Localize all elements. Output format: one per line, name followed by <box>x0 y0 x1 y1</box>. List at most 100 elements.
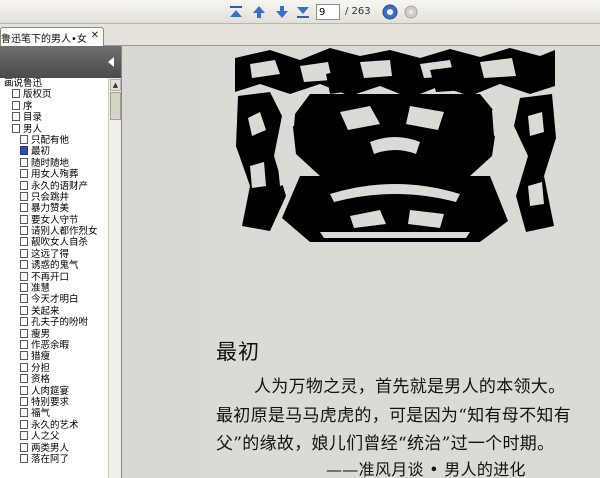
bookmark-icon <box>20 305 28 315</box>
sidebar-item-label: 目录 <box>23 112 43 124</box>
first-page-button[interactable] <box>227 3 245 21</box>
bookmark-icon <box>20 180 28 190</box>
scroll-up-icon[interactable]: ▲ <box>110 79 121 91</box>
bookmark-icon <box>20 374 28 384</box>
bookmark-icon <box>20 214 28 224</box>
sidebar-item[interactable]: 目录 <box>0 112 108 123</box>
next-page-icon <box>276 6 288 18</box>
sidebar-item[interactable]: 用女人殉葬 <box>0 169 108 180</box>
bookmark-icon <box>20 385 28 395</box>
sidebar-item-label: 不再开口 <box>31 271 70 283</box>
bookmark-icon <box>20 226 28 236</box>
sidebar-item-label: 资格 <box>31 374 51 386</box>
sidebar-item[interactable]: 序 <box>0 100 108 112</box>
collapse-sidebar-icon[interactable] <box>106 56 116 68</box>
sidebar-item[interactable]: 版权页 <box>0 89 108 100</box>
sidebar-item[interactable]: 诱惑的鬼气 <box>0 260 108 271</box>
sidebar-item[interactable]: 猎瘦 <box>0 351 108 362</box>
bookmark-icon <box>20 419 28 429</box>
body-line-1: 人为万物之灵，首先就是男人的本领大。 <box>254 377 566 397</box>
bookmark-icon <box>20 134 28 144</box>
sidebar-item-label: 男人 <box>23 123 43 135</box>
sidebar-item[interactable]: 关起来 <box>0 305 108 317</box>
sidebar-item-label: 瘦男 <box>31 328 51 340</box>
source-citation: ——准风月谈 • 男人的进化 <box>326 460 526 478</box>
prev-page-icon <box>253 6 265 18</box>
sidebar-item[interactable]: 永久的艺术 <box>0 419 108 431</box>
sidebar-item[interactable]: 这远了得 <box>0 248 108 260</box>
sidebar-item[interactable]: 只会跳井 <box>0 191 108 203</box>
sidebar-item-label: 落在阿了 <box>31 453 70 465</box>
sidebar-item-label: 两类男人 <box>31 442 70 454</box>
bookmark-icon <box>20 317 28 327</box>
sidebar-item[interactable]: 请别人都作烈女 <box>0 226 108 237</box>
sidebar-item[interactable]: 分担 <box>0 362 108 374</box>
bookmark-icon <box>20 362 28 372</box>
go-button[interactable] <box>381 3 399 21</box>
page-number-input[interactable] <box>316 4 340 20</box>
bookmark-icon <box>20 351 28 361</box>
sidebar-item[interactable]: 人之父 <box>0 431 108 442</box>
sidebar-item[interactable]: 最初 <box>0 146 108 157</box>
bookmark-icon <box>20 442 28 452</box>
sidebar-item-label: 分担 <box>31 362 51 374</box>
sidebar-item[interactable]: 特别要求 <box>0 396 108 408</box>
bookmark-tree: 画说鲁迅 版权页序目录 男人 只配有他 最初 随时随地 用女人殉葬 永久的语财产 只会跳井 暴力赞… <box>0 78 108 478</box>
sidebar-item-label: 永久的艺术 <box>31 419 79 431</box>
sidebar-item-label: 福气 <box>31 408 51 420</box>
close-icon[interactable]: ✕ <box>91 30 99 41</box>
sidebar-item[interactable]: 永久的语财产 <box>0 180 108 192</box>
bookmark-icon <box>20 191 28 201</box>
sidebar-item[interactable]: 男人 <box>0 123 108 135</box>
sidebar-item[interactable]: 画说鲁迅 <box>0 78 108 89</box>
sidebar-item[interactable]: 福气 <box>0 408 108 419</box>
sidebar-item[interactable]: 随时随地 <box>0 157 108 169</box>
sidebar-item[interactable]: 要女人守节 <box>0 214 108 226</box>
sidebar-item[interactable]: 不再开口 <box>0 271 108 283</box>
sidebar-item[interactable]: 只配有他 <box>0 134 108 146</box>
sidebar-item-label: 关起来 <box>31 305 60 317</box>
sidebar-item-label: 版权页 <box>23 89 52 101</box>
sidebar-item[interactable]: 落在阿了 <box>0 453 108 465</box>
bookmark-icon <box>12 100 20 110</box>
next-page-button[interactable] <box>273 3 291 21</box>
bookmark-icon <box>12 123 20 133</box>
sidebar-item-label: 最初 <box>31 146 51 158</box>
bookmark-icon <box>20 339 28 349</box>
sidebar-item[interactable]: 瘦男 <box>0 328 108 340</box>
sidebar-item-label: 序 <box>23 100 33 112</box>
stop-button[interactable] <box>402 3 420 21</box>
sidebar-item[interactable]: 两类男人 <box>0 442 108 454</box>
sidebar-item[interactable]: 资格 <box>0 374 108 385</box>
last-page-button[interactable] <box>294 3 312 21</box>
last-page-icon <box>297 7 309 18</box>
sidebar-item-label: 请别人都作烈女 <box>31 226 98 238</box>
sidebar-item[interactable]: 暴力赞美 <box>0 203 108 214</box>
sidebar-item[interactable]: 准慧 <box>0 283 108 294</box>
sidebar-item-label: 孔夫子的吩咐 <box>31 317 89 329</box>
sidebar-item-label: 人肉筵宴 <box>31 385 70 397</box>
sidebar-item[interactable]: 孔夫子的吩咐 <box>0 317 108 328</box>
bookmark-icon <box>20 237 28 247</box>
sidebar-item[interactable]: 人肉筵宴 <box>0 385 108 397</box>
document-tab[interactable]: 鲁迅笔下的男人•女... ✕ <box>0 27 104 46</box>
sidebar-item[interactable]: 今天才明白 <box>0 294 108 305</box>
bookmark-icon <box>20 431 28 441</box>
bookmark-icon <box>20 260 28 270</box>
bookmark-icon <box>12 89 20 99</box>
sidebar-item-label: 这远了得 <box>31 248 70 260</box>
bookmark-icon <box>20 328 28 338</box>
sidebar-item[interactable]: 靓吹女人自杀 <box>0 237 108 248</box>
tab-label: 鲁迅笔下的男人•女... <box>1 33 87 45</box>
body-line-3: 父”的缘故，娘儿们曾经“统治”过一个时期。 <box>216 434 555 454</box>
bookmark-icon <box>20 248 28 258</box>
first-page-icon <box>230 6 242 17</box>
chapter-title: 最初 <box>216 340 260 364</box>
sidebar-item-label: 随时随地 <box>31 157 70 169</box>
prev-page-button[interactable] <box>250 3 268 21</box>
bookmark-icon <box>20 271 28 281</box>
sidebar-scrollbar[interactable]: ▲ <box>108 78 121 478</box>
scroll-thumb[interactable] <box>110 92 121 120</box>
bookmark-icon <box>20 169 28 179</box>
sidebar-item[interactable]: 作恶余暇 <box>0 339 108 351</box>
